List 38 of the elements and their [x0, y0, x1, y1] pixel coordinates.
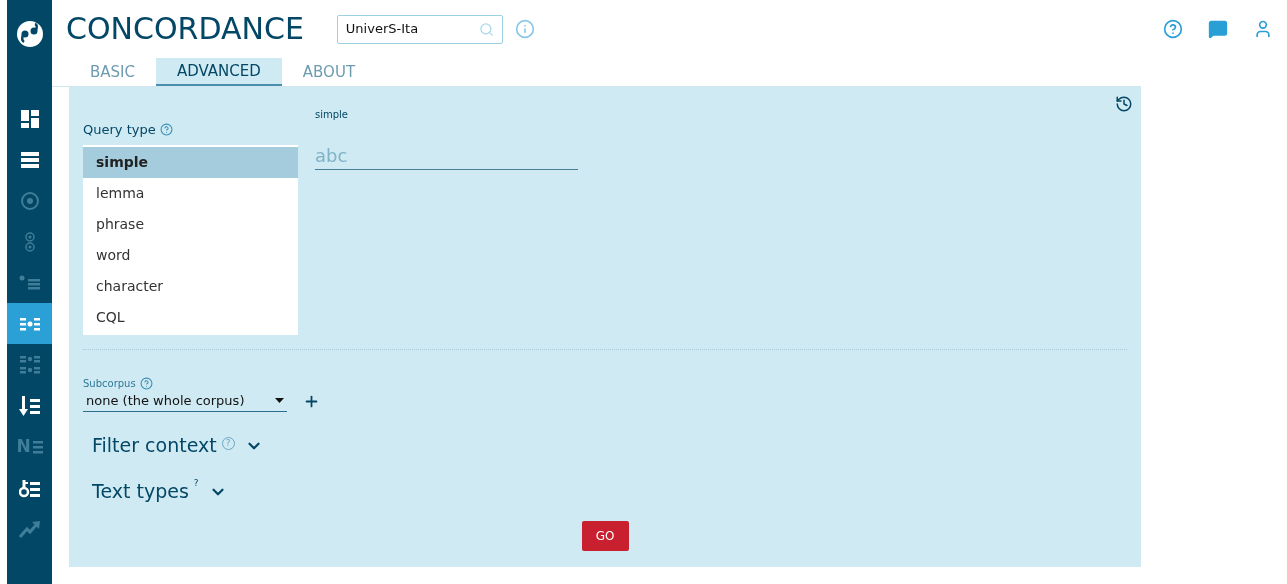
section-toggle[interactable]: Filter context ? — [92, 433, 1127, 458]
double-circle-icon — [23, 230, 36, 253]
tab[interactable]: ADVANCED — [156, 58, 282, 86]
page-title: CONCORDANCE — [66, 14, 304, 44]
help-mark: ? — [193, 477, 199, 491]
dot-columns-icon — [18, 315, 41, 332]
corpus-search-field[interactable]: UniverS-Ita — [336, 14, 503, 44]
field-label: simple — [315, 108, 349, 122]
dashboard-icon — [19, 108, 40, 129]
user-icon[interactable] — [1253, 19, 1273, 39]
subcorpus-label: Subcorpus — [83, 376, 136, 391]
section-toggle[interactable]: Text types ? — [92, 479, 1127, 504]
query-type-option[interactable]: character — [83, 270, 298, 302]
subcorpus-select[interactable]: none (the whole corpus) — [83, 390, 287, 412]
help-icon[interactable] — [159, 123, 173, 137]
dot-list-icon — [18, 274, 41, 291]
query-type-label: Query type — [83, 121, 156, 139]
help-icon[interactable] — [1163, 19, 1183, 39]
query-type-option[interactable]: CQL — [83, 301, 298, 333]
trend-icon — [18, 518, 41, 539]
list-icon — [19, 150, 40, 169]
query-type-option[interactable]: phrase — [83, 208, 298, 240]
dot-grid-icon — [18, 354, 41, 375]
sort-icon — [18, 394, 41, 417]
query-input-field[interactable]: abc — [315, 142, 578, 170]
feedback-icon[interactable] — [1208, 19, 1228, 39]
key-list-icon — [18, 477, 41, 498]
history-icon[interactable] — [1115, 95, 1133, 113]
query-type-option[interactable]: word — [83, 239, 298, 271]
quote-logo-icon — [15, 20, 44, 48]
caret-icon — [275, 398, 284, 403]
target-icon — [19, 190, 40, 211]
help-icon[interactable] — [139, 376, 153, 390]
search-icon — [478, 21, 494, 37]
query-type-option[interactable]: lemma — [83, 177, 298, 209]
go-button[interactable]: GO — [581, 520, 629, 551]
query-type-option[interactable]: simple — [83, 146, 298, 178]
info-icon[interactable] — [514, 19, 535, 39]
